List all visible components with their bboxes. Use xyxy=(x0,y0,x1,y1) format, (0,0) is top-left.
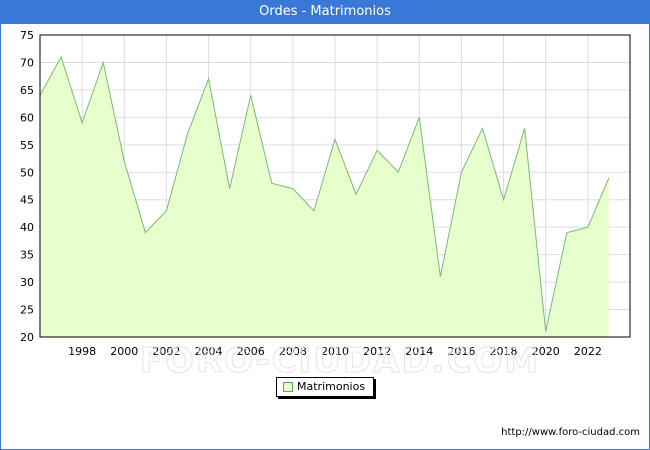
y-tick-label: 35 xyxy=(20,249,34,262)
watermark: FORO-CIUDAD.COM xyxy=(140,341,541,381)
y-tick-label: 30 xyxy=(20,276,34,289)
y-tick-label: 65 xyxy=(20,84,34,97)
legend: Matrimonios xyxy=(276,377,374,397)
y-tick-label: 55 xyxy=(20,139,34,152)
x-tick-label: 2000 xyxy=(110,345,138,358)
y-tick-label: 40 xyxy=(20,221,34,234)
y-tick-label: 25 xyxy=(20,304,34,317)
y-tick-label: 60 xyxy=(20,111,34,124)
x-tick-label: 2022 xyxy=(574,345,602,358)
source-link[interactable]: http://www.foro-ciudad.com xyxy=(501,427,640,438)
x-tick-label: 1998 xyxy=(68,345,96,358)
y-tick-label: 75 xyxy=(20,29,34,42)
y-tick-label: 45 xyxy=(20,194,34,207)
legend-label: Matrimonios xyxy=(297,380,366,393)
legend-swatch xyxy=(283,382,293,392)
y-tick-label: 20 xyxy=(20,331,34,344)
y-tick-label: 50 xyxy=(20,166,34,179)
y-tick-label: 70 xyxy=(20,56,34,69)
